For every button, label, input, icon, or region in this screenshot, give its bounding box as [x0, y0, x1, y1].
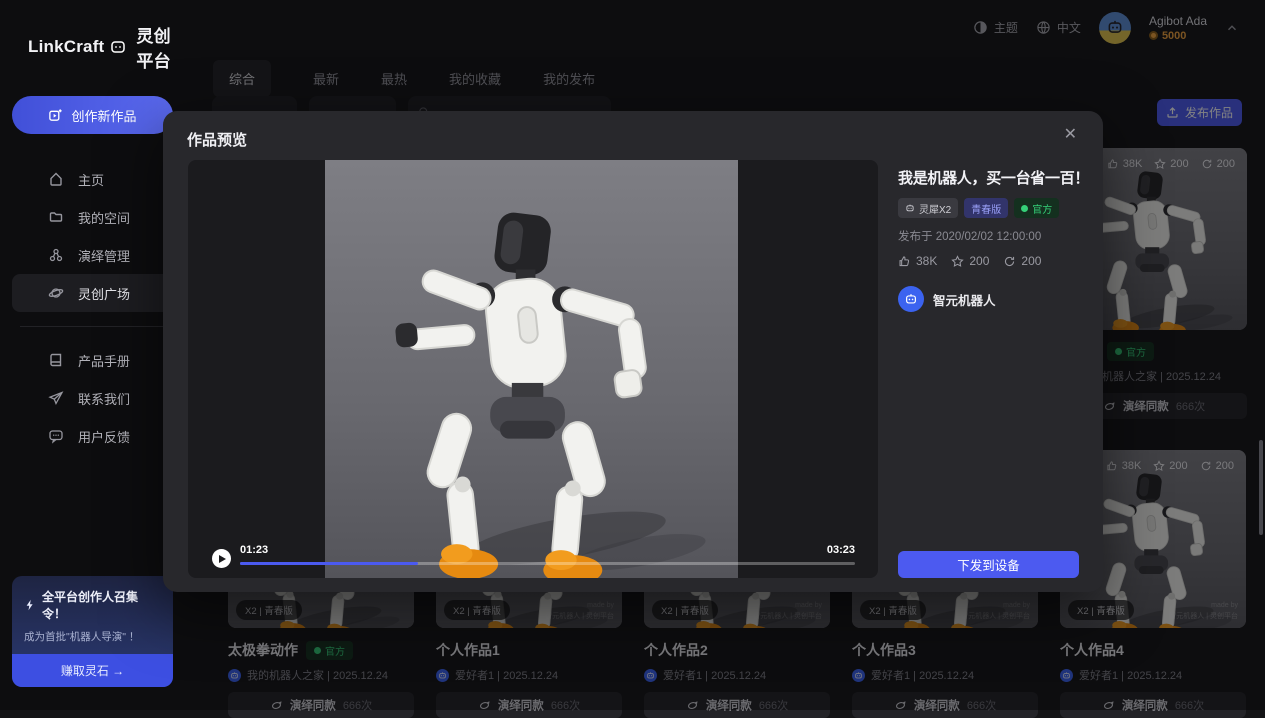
brand-logo[interactable]: LinkCraft 灵创平台	[0, 0, 185, 72]
shares-stat: 200	[1003, 254, 1041, 268]
official-tag: 官方	[1014, 198, 1059, 218]
sidebar-item-my-space[interactable]: 我的空间	[12, 198, 173, 236]
home-icon	[48, 171, 64, 187]
author-row[interactable]: 智元机器人	[898, 286, 1079, 312]
sidebar-item-user-feedback[interactable]: 用户反馈	[12, 417, 173, 455]
planet-icon	[48, 285, 64, 301]
sidebar: LinkCraft 灵创平台 创作新作品 主页 我的空间 演绎管理 灵创广场 产…	[0, 0, 185, 710]
work-details-panel: 我是机器人，买一台省一百！ 灵犀X2 青春版 官方 发布于 2020/02/02…	[898, 160, 1079, 578]
publish-date: 发布于 2020/02/02 12:00:00	[898, 228, 1079, 244]
paper-plane-icon	[48, 390, 64, 406]
brand-name: LinkCraft	[28, 37, 104, 57]
work-title: 我是机器人，买一台省一百！	[898, 167, 1079, 188]
sidebar-item-lingchuang-plaza[interactable]: 灵创广场	[12, 274, 173, 312]
robot-illustration	[325, 160, 738, 578]
share-loop-icon	[1003, 255, 1016, 268]
video-player: 01:23 03:23	[188, 160, 878, 578]
current-time: 01:23	[240, 544, 268, 556]
official-dot-icon	[1021, 205, 1028, 212]
promo-subtitle: 成为首批"机器人导演" ！	[24, 629, 161, 644]
model-tag: 灵犀X2	[898, 198, 958, 218]
modal-title: 作品预览	[187, 129, 247, 150]
video-frame	[325, 160, 738, 578]
author-avatar	[898, 286, 924, 312]
logo-mark-icon	[110, 39, 126, 55]
player-controls: 01:23 03:23	[212, 541, 855, 568]
duration: 03:23	[827, 544, 855, 556]
sidebar-item-contact-us[interactable]: 联系我们	[12, 379, 173, 417]
play-icon	[219, 555, 226, 563]
lightning-icon	[24, 599, 36, 611]
scrollbar-thumb[interactable]	[1259, 440, 1263, 535]
promo-card: 全平台创作人召集令！ 成为首批"机器人导演" ！ 赚取灵石 →	[12, 576, 173, 687]
deploy-to-device-button[interactable]: 下发到设备	[898, 551, 1079, 578]
create-video-icon	[48, 108, 63, 123]
thumb-up-icon	[898, 255, 911, 268]
sidebar-item-home[interactable]: 主页	[12, 160, 173, 198]
sidebar-nav: 主页 我的空间 演绎管理 灵创广场 产品手册 联系我们 用户反馈	[0, 160, 185, 455]
likes-stat: 38K	[898, 254, 937, 268]
stars-stat: 200	[951, 254, 989, 268]
sidebar-divider	[20, 326, 165, 327]
work-stats: 38K 200 200	[898, 254, 1079, 268]
edition-tag: 青春版	[964, 198, 1008, 218]
brand-platform: 灵创平台	[136, 22, 185, 72]
promo-title: 全平台创作人召集令！	[24, 588, 161, 622]
close-icon[interactable]: ✕	[1064, 127, 1077, 143]
feedback-chat-icon	[48, 428, 64, 444]
book-icon	[48, 352, 64, 368]
work-preview-modal: 作品预览 ✕ 01:23 03:23 我是机器人，买一台省一百！ 灵犀X2 青春…	[163, 111, 1103, 592]
robot-head-icon	[905, 203, 915, 213]
sidebar-item-performance-management[interactable]: 演绎管理	[12, 236, 173, 274]
nodes-icon	[48, 247, 64, 263]
sidebar-item-product-manual[interactable]: 产品手册	[12, 341, 173, 379]
author-name: 智元机器人	[933, 290, 996, 309]
star-icon	[951, 255, 964, 268]
progress-fill	[240, 562, 418, 565]
create-new-work-button[interactable]: 创作新作品	[12, 96, 173, 134]
earn-gems-button[interactable]: 赚取灵石 →	[12, 654, 173, 687]
folder-icon	[48, 209, 64, 225]
work-tags: 灵犀X2 青春版 官方	[898, 198, 1079, 218]
play-button[interactable]	[212, 549, 231, 568]
progress-bar[interactable]	[240, 562, 855, 565]
